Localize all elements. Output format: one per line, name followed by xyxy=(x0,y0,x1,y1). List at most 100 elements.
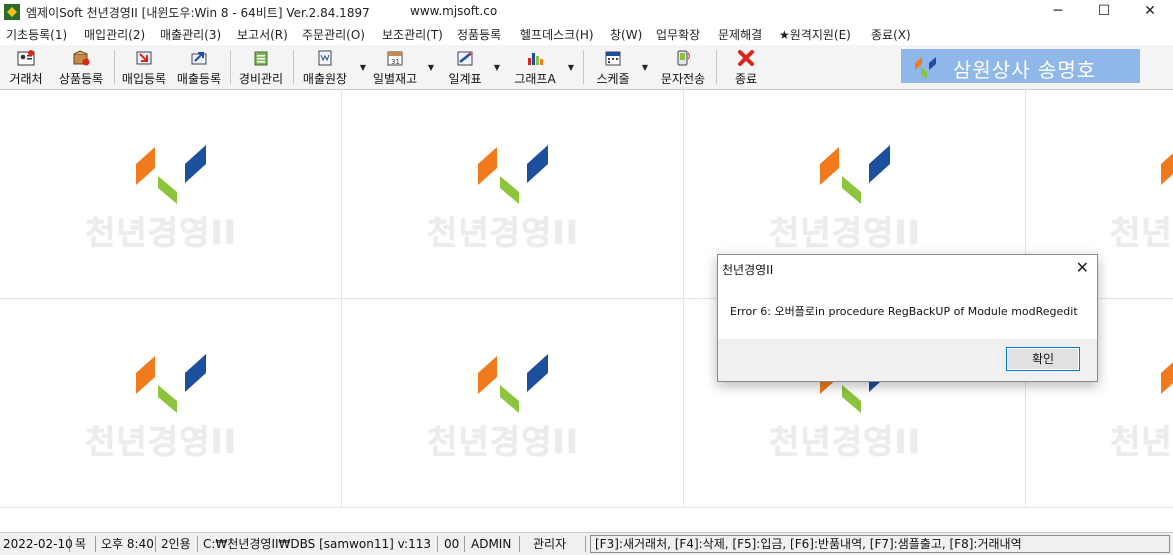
toolbar-button-graph-a[interactable]: 그래프A ▼ xyxy=(510,47,574,87)
toolbar-label: 문자전송 xyxy=(660,72,706,86)
menu-purchase[interactable]: 매입관리(2) xyxy=(84,26,145,43)
toolbar-label: 종료 xyxy=(734,72,758,86)
minimize-button[interactable]: ─ xyxy=(1035,0,1081,23)
toolbar-label: 거래처 xyxy=(9,72,43,86)
toolbar-button-expense-management[interactable]: 경비관리 xyxy=(235,47,287,87)
menu-business-extension[interactable]: 업무확장 xyxy=(656,26,700,43)
dialog-message: Error 6: 오버플로in procedure RegBackUP of M… xyxy=(730,305,1078,318)
toolbar-separator xyxy=(293,50,294,84)
dropdown-arrow-icon[interactable]: ▼ xyxy=(568,63,574,72)
watermark-tile: 천년경영II xyxy=(342,90,684,299)
watermark-tile: 천년경영II xyxy=(342,299,684,508)
menu-troubleshooting[interactable]: 문제해결 xyxy=(718,26,762,43)
watermark-text: 천년경영II xyxy=(1110,422,1173,461)
toolbar-label: 매출원장 xyxy=(302,72,348,86)
expense-icon xyxy=(254,51,268,66)
toolbar-button-product-registration[interactable]: 상품등록 xyxy=(54,47,108,87)
toolbar-label: 일계표 xyxy=(448,72,482,86)
watermark-text: 천년경영II xyxy=(1110,213,1173,252)
toolbar-button-sales-entry[interactable]: 매출등록 xyxy=(173,47,225,87)
watermark-text: 천년경영II xyxy=(427,213,579,252)
toolbar-button-sales-ledger[interactable]: 매출원장 ▼ xyxy=(298,47,366,87)
brand-logo-icon xyxy=(1161,153,1173,185)
toolbar-separator xyxy=(114,50,115,84)
toolbar-separator xyxy=(583,50,584,84)
exit-x-icon xyxy=(738,50,754,66)
menu-reports[interactable]: 보고서(R) xyxy=(237,26,288,43)
toolbar-label: 매입등록 xyxy=(121,72,167,86)
brand-logo-icon xyxy=(478,354,548,413)
status-bar: 2022-02-10 목 오후 8:40 2인용 C:₩천년경영II₩DBS [… xyxy=(0,532,1173,555)
toolbar-label: 그래프A xyxy=(514,72,556,86)
dialog-title: 천년경영II xyxy=(722,263,774,277)
status-shortcuts: [F3]:새거래처, [F4]:삭제, [F5]:입금, [F6]:반품내역, … xyxy=(590,535,1170,553)
app-icon xyxy=(4,4,20,20)
company-banner: 삼원상사 송명호 xyxy=(901,49,1140,83)
dropdown-arrow-icon[interactable]: ▼ xyxy=(428,63,434,72)
brand-logo-icon xyxy=(1161,362,1173,394)
calendar-stock-icon: 31 xyxy=(387,51,403,66)
menu-auxiliary[interactable]: 보조관리(T) xyxy=(382,26,443,43)
daily-report-icon xyxy=(457,51,473,66)
company-user-name: 삼원상사 송명호 xyxy=(953,58,1097,82)
watermark-tile: 천년경영II xyxy=(0,90,342,299)
title-bar: 엠제이Soft 천년경영II [내윈도우:Win 8 - 64비트] Ver.2… xyxy=(0,0,1173,23)
menu-basic-registration[interactable]: 기초등록(1) xyxy=(6,26,67,43)
menu-remote-support[interactable]: ★원격지원(E) xyxy=(779,26,851,43)
toolbar-button-purchase-entry[interactable]: 매입등록 xyxy=(118,47,170,87)
toolbar-button-daily-stock[interactable]: 31 일별재고 ▼ xyxy=(370,47,434,87)
menu-sales[interactable]: 매출관리(3) xyxy=(160,26,221,43)
menu-window[interactable]: 창(W) xyxy=(610,26,642,43)
bar-chart-icon xyxy=(528,53,543,65)
brand-logo-icon xyxy=(136,354,206,413)
brand-logo-icon xyxy=(478,145,548,204)
dialog-footer: 확인 xyxy=(718,339,1097,381)
menu-orders[interactable]: 주문관리(O) xyxy=(302,26,365,43)
svg-text:31: 31 xyxy=(391,58,400,66)
status-user-count: 2인용 xyxy=(158,536,198,552)
toolbar-button-exit[interactable]: 종료 xyxy=(724,47,768,87)
ok-button[interactable]: 확인 xyxy=(1006,347,1080,371)
ledger-icon xyxy=(318,50,332,66)
dialog-close-button[interactable]: ✕ xyxy=(1076,258,1089,277)
contacts-icon xyxy=(17,50,35,66)
toolbar-button-customers[interactable]: 거래처 xyxy=(4,47,48,87)
toolbar-button-daily-summary[interactable]: 일계표 ▼ xyxy=(444,47,500,87)
product-box-icon xyxy=(73,50,90,66)
menu-bar: 기초등록(1) 매입관리(2) 매출관리(3) 보고서(R) 주문관리(O) 보… xyxy=(0,23,1173,45)
website-url: www.mjsoft.co xyxy=(410,4,498,18)
window-title: 엠제이Soft 천년경영II [내윈도우:Win 8 - 64비트] Ver.2… xyxy=(26,6,370,20)
dropdown-arrow-icon[interactable]: ▼ xyxy=(360,63,366,72)
menu-license[interactable]: 정품등록 xyxy=(457,26,501,43)
watermark-text: 천년경영II xyxy=(769,422,921,461)
watermark-text: 천년경영II xyxy=(769,213,921,252)
menu-helpdesk[interactable]: 헬프데스크(H) xyxy=(520,26,594,43)
menu-exit[interactable]: 종료(X) xyxy=(871,26,911,43)
toolbar-label: 상품등록 xyxy=(58,72,104,86)
watermark-text: 천년경영II xyxy=(85,213,237,252)
toolbar-label: 일별재고 xyxy=(372,72,418,86)
sms-icon xyxy=(677,50,690,66)
schedule-icon xyxy=(605,51,621,66)
status-time: 오후 8:40 xyxy=(98,536,156,552)
status-code: 00 xyxy=(441,536,465,552)
dropdown-arrow-icon[interactable]: ▼ xyxy=(642,63,648,72)
status-role: 관리자 xyxy=(530,536,586,552)
sales-icon xyxy=(191,52,207,65)
toolbar-separator xyxy=(716,50,717,84)
error-dialog: 천년경영II ✕ Error 6: 오버플로in procedure RegBa… xyxy=(717,254,1098,382)
toolbar-button-schedule[interactable]: 스케줄 ▼ xyxy=(592,47,648,87)
brand-logo-icon xyxy=(915,57,936,79)
toolbar-label: 매출등록 xyxy=(176,72,222,86)
toolbar-button-send-sms[interactable]: 문자전송 xyxy=(656,47,710,87)
watermark-tile: 천년경영II xyxy=(0,299,342,508)
watermark-text: 천년경영II xyxy=(427,422,579,461)
dropdown-arrow-icon[interactable]: ▼ xyxy=(494,63,500,72)
status-date: 2022-02-10 xyxy=(0,536,73,552)
status-user: ADMIN xyxy=(468,536,520,552)
close-button[interactable]: ✕ xyxy=(1127,0,1173,23)
toolbar-separator xyxy=(230,50,231,84)
status-db-path: C:₩천년경영II₩DBS [samwon11] v:113 xyxy=(200,536,438,552)
brand-logo-icon xyxy=(820,145,890,204)
maximize-button[interactable]: ☐ xyxy=(1081,0,1127,23)
